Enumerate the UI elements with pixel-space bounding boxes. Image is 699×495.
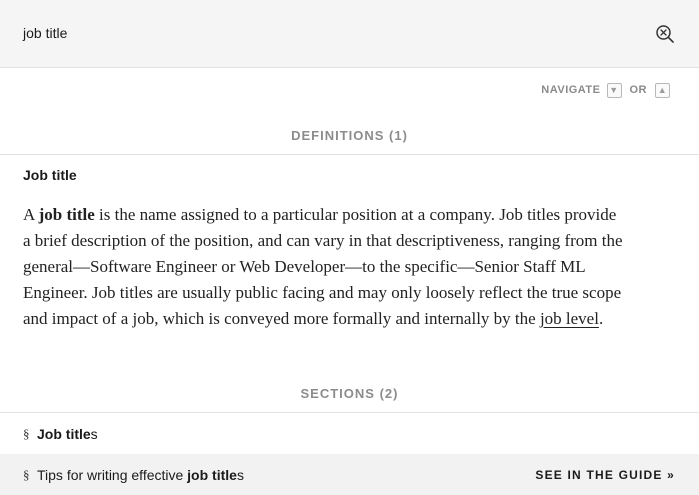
sections-heading: SECTIONS (2)	[300, 386, 399, 401]
definitions-divider	[0, 154, 699, 155]
definition-body: A job title is the name assigned to a pa…	[23, 205, 623, 328]
search-input[interactable]: job title	[23, 25, 67, 41]
definition-highlight: job title	[38, 205, 95, 224]
job-level-link[interactable]: job level	[540, 309, 599, 328]
section-result-label: Job titles	[37, 425, 98, 442]
see-in-guide-link[interactable]: SEE IN THE GUIDE »	[535, 468, 675, 482]
section-icon: §	[23, 466, 30, 482]
navigate-label: NAVIGATE	[541, 84, 601, 96]
navigate-up-key[interactable]: ▲	[655, 82, 670, 98]
section-result-tips[interactable]: § Tips for writing effective job titles …	[0, 454, 699, 495]
navigate-or-label: OR	[629, 84, 647, 96]
search-clear-icon[interactable]	[655, 24, 675, 44]
navigate-hint: NAVIGATE ▼ OR ▲	[541, 81, 670, 99]
section-result-job-titles[interactable]: § Job titles	[0, 413, 699, 454]
section-result-label: Tips for writing effective job titles	[37, 466, 244, 483]
section-icon: §	[23, 425, 30, 441]
navigate-down-key[interactable]: ▼	[606, 82, 622, 98]
definition-term: Job title	[23, 167, 77, 183]
search-bar: job title	[0, 0, 699, 68]
definitions-heading: DEFINITIONS (1)	[291, 128, 408, 143]
